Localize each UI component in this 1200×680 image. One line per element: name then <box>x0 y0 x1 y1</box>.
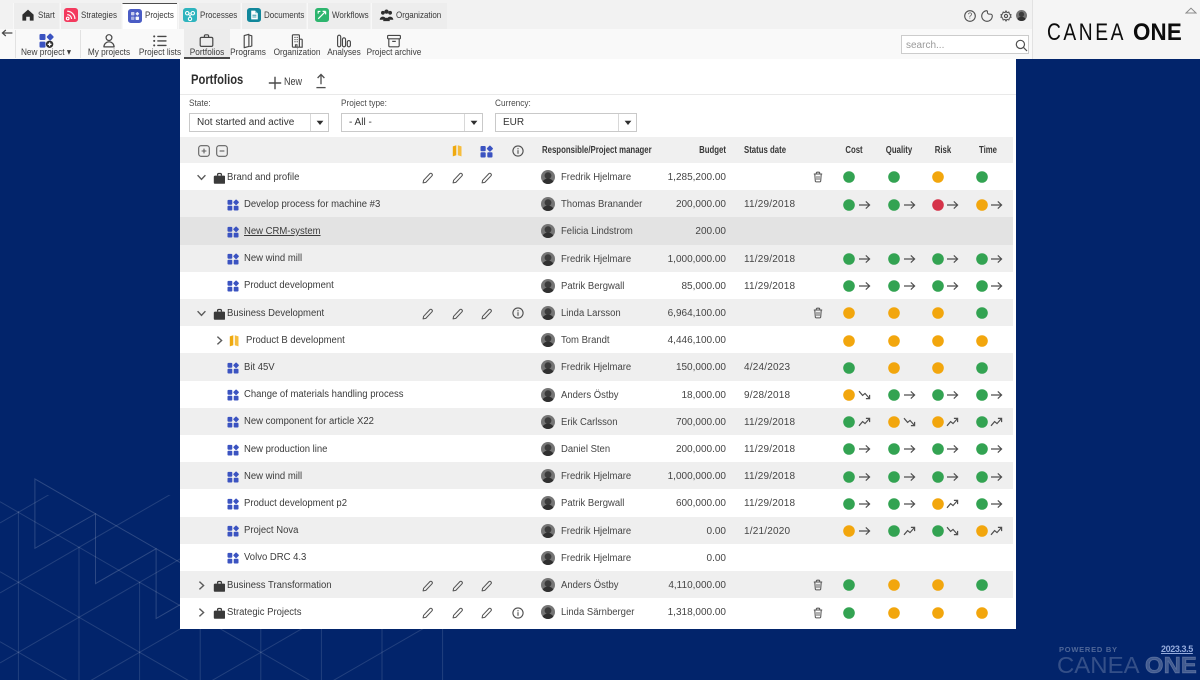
svg-text:?: ? <box>968 11 973 20</box>
